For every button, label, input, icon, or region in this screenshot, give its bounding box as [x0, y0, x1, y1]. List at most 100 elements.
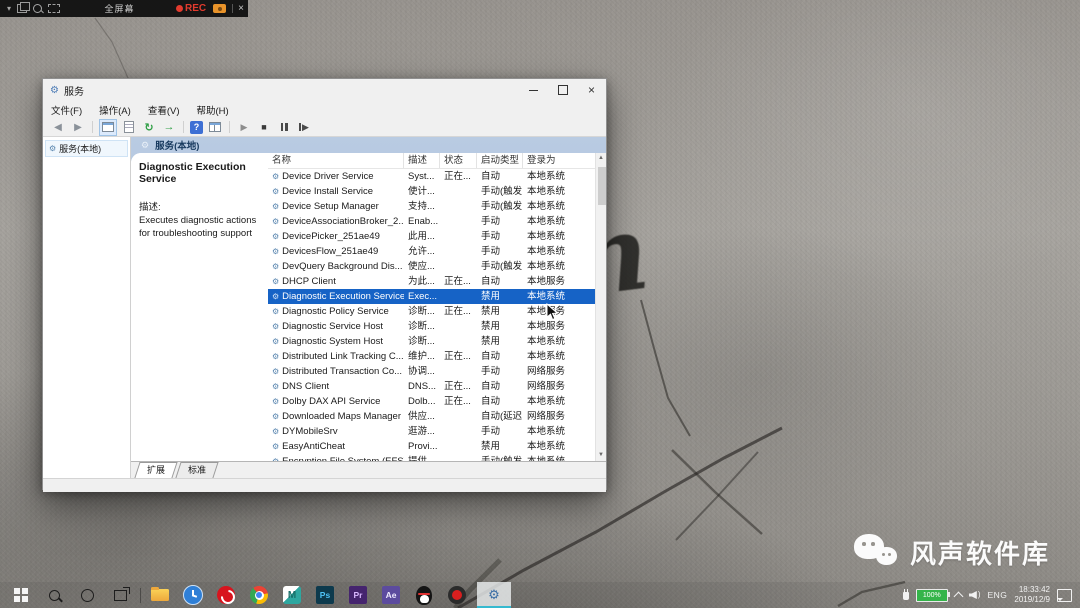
table-row[interactable]: ⚙Diagnostic Execution ServiceExec...禁用本地… [268, 289, 606, 304]
table-row[interactable]: ⚙DevicesFlow_251ae49允许...手动本地系统 [268, 244, 606, 259]
column-startup-type[interactable]: 启动类型 [477, 153, 523, 168]
table-row[interactable]: ⚙DeviceAssociationBroker_2...Enab...手动本地… [268, 214, 606, 229]
table-row[interactable]: ⚙Diagnostic System Host诊断...禁用本地系统 [268, 334, 606, 349]
scroll-up-icon[interactable]: ▲ [598, 153, 604, 164]
table-row[interactable]: ⚙Distributed Link Tracking C...维护...正在..… [268, 349, 606, 364]
table-row[interactable]: ⚙Encryption File System (EFS)提供...手动(触发.… [268, 454, 606, 461]
menu-action[interactable]: 操作(A) [99, 103, 131, 117]
column-logon-as[interactable]: 登录为 [523, 153, 606, 168]
netease-music-icon[interactable] [213, 582, 239, 608]
menu-help[interactable]: 帮助(H) [196, 103, 228, 117]
table-header: 名称 描述 状态 启动类型 登录为 [268, 153, 606, 169]
service-gear-icon: ⚙ [272, 367, 279, 376]
tree-item-label: 服务(本地) [59, 142, 101, 155]
after-effects-icon[interactable]: Ae [378, 582, 404, 608]
show-console-tree-button[interactable] [99, 119, 117, 136]
tab-standard[interactable]: 标准 [175, 462, 218, 478]
banner-title: 服务(本地) [155, 138, 199, 152]
service-gear-icon: ⚙ [272, 337, 279, 346]
recorder-window-icon[interactable] [17, 4, 27, 13]
action-center-icon[interactable] [1057, 589, 1072, 602]
table-row[interactable]: ⚙DHCP Client为此...正在...自动本地服务 [268, 274, 606, 289]
vertical-scrollbar[interactable]: ▲ ▼ [595, 153, 606, 461]
help-button[interactable]: ? [190, 121, 203, 134]
tray-date: 2019/12/9 [1014, 595, 1050, 605]
table-row[interactable]: ⚙DNS ClientDNS...正在...自动网络服务 [268, 379, 606, 394]
table-row[interactable]: ⚙Downloaded Maps Manager供应...自动(延迟...网络服… [268, 409, 606, 424]
table-row[interactable]: ⚙DevicePicker_251ae49此用...手动本地系统 [268, 229, 606, 244]
qq-icon[interactable] [411, 582, 437, 608]
premiere-icon[interactable]: Pr [345, 582, 371, 608]
recorder-dropdown-icon[interactable]: ▾ [7, 5, 11, 13]
scrollbar-thumb[interactable] [598, 167, 606, 205]
tree-item-services-local[interactable]: ⚙ 服务(本地) [45, 140, 128, 157]
menu-bar: 文件(F) 操作(A) 查看(V) 帮助(H) [43, 101, 606, 118]
battery-indicator[interactable]: 100% [916, 589, 948, 602]
services-window: ⚙ 服务 × 文件(F) 操作(A) 查看(V) 帮助(H) ◀ ▶ ↻ → ?… [42, 78, 607, 490]
tab-extended[interactable]: 扩展 [134, 462, 177, 478]
minimize-button[interactable] [519, 79, 548, 101]
table-row[interactable]: ⚙Device Install Service使计...手动(触发...本地系统 [268, 184, 606, 199]
volume-icon[interactable]: ) [969, 591, 981, 599]
rec-label: REC [185, 3, 206, 14]
chrome-icon[interactable] [246, 582, 272, 608]
forward-button[interactable]: ▶ [70, 120, 86, 135]
table-row[interactable]: ⚙Device Driver ServiceSyst...正在...自动本地系统 [268, 169, 606, 184]
service-gear-icon: ⚙ [272, 352, 279, 361]
properties-button[interactable] [121, 120, 137, 135]
recording-dot-icon [176, 5, 183, 12]
search-icon[interactable] [41, 582, 67, 608]
screen-recorder-bar: ▾ 全屏幕 REC × [0, 0, 248, 17]
services-pane: ⚙ 服务(本地) Diagnostic Execution Service 描述… [131, 137, 606, 478]
toolbar: ◀ ▶ ↻ → ? ▶ ■ ▶ [43, 118, 606, 137]
watermark-text: 风声软件库 [910, 534, 1050, 571]
extended-view-button[interactable] [207, 120, 223, 135]
clock-app-icon[interactable] [180, 582, 206, 608]
table-row[interactable]: ⚙EasyAntiCheatProvi...禁用本地系统 [268, 439, 606, 454]
services-taskbar-button[interactable]: ⚙ [477, 582, 511, 608]
table-row[interactable]: ⚙Dolby DAX API ServiceDolb...正在...自动本地系统 [268, 394, 606, 409]
restart-service-button[interactable]: ▶ [296, 120, 312, 135]
pause-service-button[interactable] [276, 120, 292, 135]
export-list-button[interactable]: → [161, 120, 177, 135]
toolbar-separator [183, 121, 184, 133]
toolbar-separator [92, 121, 93, 133]
table-row[interactable]: ⚙DYMobileSrv逛游...手动本地系统 [268, 424, 606, 439]
column-name[interactable]: 名称 [268, 153, 404, 168]
column-description[interactable]: 描述 [404, 153, 440, 168]
services-app-icon: ⚙ [50, 85, 59, 96]
stop-service-button[interactable]: ■ [256, 120, 272, 135]
photoshop-icon[interactable]: Ps [312, 582, 338, 608]
table-row[interactable]: ⚙Device Setup Manager支持...手动(触发...本地系统 [268, 199, 606, 214]
maximize-button[interactable] [548, 79, 577, 101]
column-status[interactable]: 状态 [440, 153, 477, 168]
markdown-app-icon[interactable]: M [279, 582, 305, 608]
file-explorer-icon[interactable] [147, 582, 173, 608]
start-service-button[interactable]: ▶ [236, 120, 252, 135]
recorder-separator [232, 4, 233, 13]
scroll-down-icon[interactable]: ▼ [598, 450, 604, 461]
camera-icon[interactable] [213, 4, 226, 13]
refresh-button[interactable]: ↻ [141, 120, 157, 135]
tray-time: 18:33:42 [1014, 585, 1050, 595]
task-view-icon[interactable] [107, 582, 133, 608]
start-button[interactable] [8, 582, 34, 608]
back-button[interactable]: ◀ [50, 120, 66, 135]
table-row[interactable]: ⚙DevQuery Background Dis...使应...手动(触发...… [268, 259, 606, 274]
tray-clock[interactable]: 18:33:42 2019/12/9 [1014, 585, 1050, 605]
table-row[interactable]: ⚙Distributed Transaction Co...协调...手动网络服… [268, 364, 606, 379]
window-titlebar[interactable]: ⚙ 服务 × [43, 79, 606, 101]
menu-view[interactable]: 查看(V) [148, 103, 180, 117]
hidden-icons-chevron[interactable] [953, 592, 963, 602]
services-taskbar-gear-icon: ⚙ [488, 587, 500, 603]
cortana-icon[interactable] [74, 582, 100, 608]
menu-file[interactable]: 文件(F) [51, 103, 82, 117]
recorder-zoom-icon[interactable] [33, 4, 42, 13]
recorder-app-icon[interactable] [444, 582, 470, 608]
taskbar: M Ps Pr Ae ⚙ 100% ) ENG 18:33:42 2019/12… [0, 582, 1080, 608]
service-gear-icon: ⚙ [272, 187, 279, 196]
recorder-close-icon[interactable]: × [238, 3, 244, 14]
close-button[interactable]: × [577, 79, 606, 101]
language-indicator[interactable]: ENG [987, 590, 1007, 600]
recorder-region-icon[interactable] [48, 4, 60, 13]
